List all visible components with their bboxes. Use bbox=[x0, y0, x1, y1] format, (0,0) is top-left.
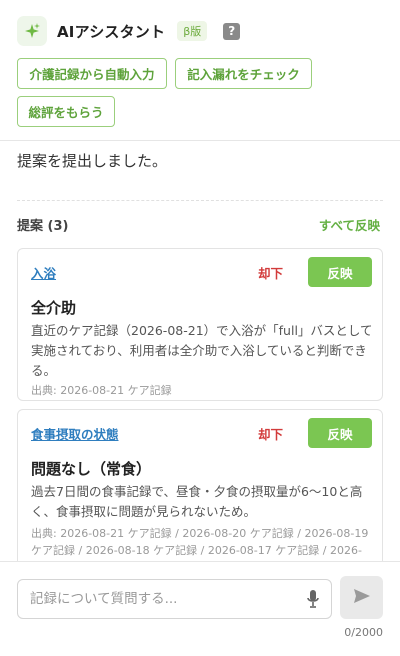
reject-button[interactable]: 却下 bbox=[258, 263, 283, 282]
divider bbox=[17, 200, 383, 201]
send-icon bbox=[353, 588, 371, 608]
apply-all-button[interactable]: すべて反映 bbox=[319, 215, 380, 234]
proposal-card: 入浴 却下 反映 全介助 直近のケア記録（2026-08-21）で入浴が「ful… bbox=[17, 248, 383, 401]
reflect-button[interactable]: 反映 bbox=[308, 418, 372, 448]
sparkle-icon bbox=[17, 16, 47, 46]
assistant-message: 提案を提出しました。 bbox=[17, 152, 168, 170]
proposal-category-link[interactable]: 入浴 bbox=[31, 263, 56, 282]
conversation-area[interactable]: 提案を提出しました。 提案 (3) すべて反映 入浴 却下 反映 全介助 直近の… bbox=[0, 141, 400, 561]
title-row: AIアシスタント β版 ? bbox=[17, 16, 241, 46]
proposal-source: 出典: 2026-08-21 ケア記録 bbox=[31, 384, 172, 397]
proposals-heading: 提案 (3) bbox=[17, 219, 69, 234]
proposal-title: 問題なし（常食） bbox=[31, 460, 152, 478]
help-icon[interactable]: ? bbox=[223, 22, 241, 40]
proposal-card: 食事摂取の状態 却下 反映 問題なし（常食） 過去7日間の食事記録で、昼食・夕食… bbox=[17, 409, 383, 561]
proposal-category-link[interactable]: 食事摂取の状態 bbox=[31, 424, 119, 443]
proposal-description: 直近のケア記録（2026-08-21）で入浴が「full」バスとして実施されてお… bbox=[31, 323, 373, 378]
reject-button[interactable]: 却下 bbox=[258, 424, 283, 443]
check-missing-button[interactable]: 記入漏れをチェック bbox=[175, 58, 312, 89]
proposal-title: 全介助 bbox=[31, 299, 77, 317]
question-input[interactable] bbox=[30, 580, 292, 618]
proposal-source: 出典: 2026-08-21 ケア記録 / 2026-08-20 ケア記録 / … bbox=[31, 527, 369, 557]
app-title: AIアシスタント bbox=[57, 22, 166, 41]
microphone-icon[interactable] bbox=[306, 589, 320, 609]
beta-badge: β版 bbox=[177, 21, 208, 41]
reflect-button[interactable]: 反映 bbox=[308, 257, 372, 287]
chat-input-bar: 0/2000 bbox=[0, 561, 400, 656]
auto-fill-button[interactable]: 介護記録から自動入力 bbox=[17, 58, 167, 89]
send-button[interactable] bbox=[340, 576, 383, 619]
character-counter: 0/2000 bbox=[344, 626, 383, 639]
get-review-button[interactable]: 総評をもらう bbox=[17, 96, 115, 127]
assistant-header: AIアシスタント β版 ? 介護記録から自動入力 記入漏れをチェック 総評をもら… bbox=[0, 0, 400, 141]
proposal-description: 過去7日間の食事記録で、昼食・夕食の摂取量が6〜10と高く、食事摂取に問題が見ら… bbox=[31, 484, 363, 519]
question-input-box[interactable] bbox=[17, 579, 332, 619]
